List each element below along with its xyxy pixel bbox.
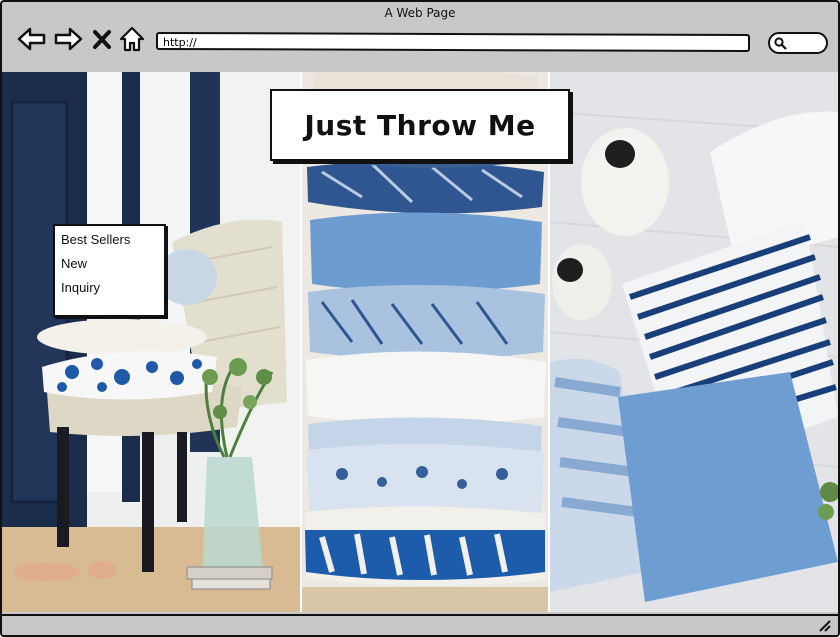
- home-icon[interactable]: [118, 24, 146, 54]
- url-input[interactable]: http://: [156, 31, 750, 53]
- status-bar: [2, 614, 838, 635]
- nav-menu: Best Sellers New Inquiry: [53, 224, 166, 317]
- page-title: Just Throw Me: [304, 108, 536, 142]
- search-field[interactable]: [768, 32, 828, 54]
- resize-handle-icon[interactable]: [818, 619, 832, 633]
- menu-item-new[interactable]: New: [61, 254, 164, 278]
- flat-lay-photo: [550, 72, 838, 612]
- arrow-left-icon[interactable]: [16, 24, 48, 54]
- window-title: A Web Page: [384, 6, 456, 20]
- chair-photo: [2, 72, 300, 612]
- menu-item-best-sellers[interactable]: Best Sellers: [61, 230, 164, 254]
- search-icon: [774, 37, 787, 50]
- browser-window: A Web Page http:// Just Throw Me Best Se…: [0, 0, 840, 637]
- menu-item-inquiry[interactable]: Inquiry: [61, 278, 164, 302]
- close-icon[interactable]: [90, 24, 114, 54]
- page-content: Just Throw Me Best Sellers New Inquiry: [2, 72, 838, 612]
- headline-box: Just Throw Me: [270, 89, 570, 161]
- arrow-right-icon[interactable]: [52, 24, 84, 54]
